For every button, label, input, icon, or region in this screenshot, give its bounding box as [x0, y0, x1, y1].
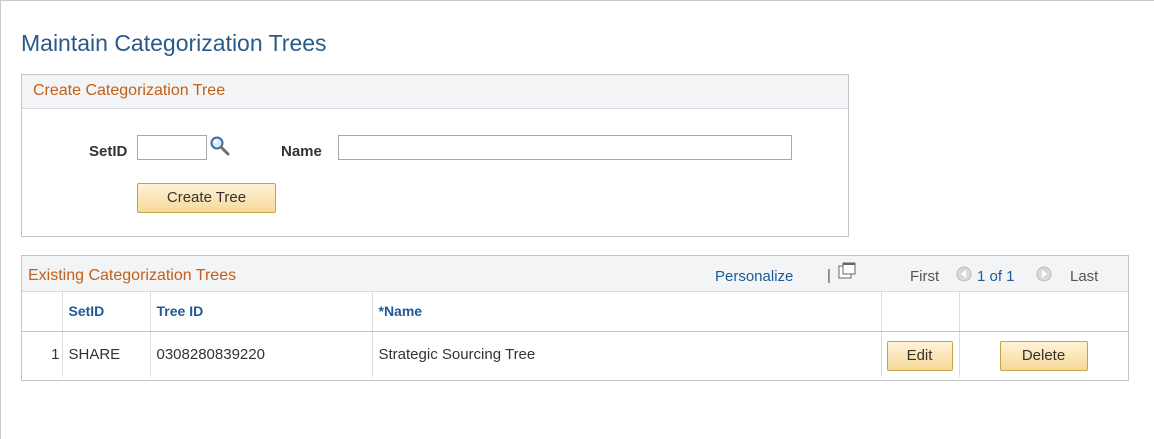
nav-count: 1 of 1 — [977, 268, 1015, 285]
cell-name: Strategic Sourcing Tree — [372, 331, 882, 377]
rownum-header — [22, 292, 63, 332]
separator: | — [827, 267, 831, 284]
cell-edit: Edit — [881, 331, 960, 377]
cell-tree-id: 0308280839220 — [150, 331, 373, 377]
table-header-row: SetID Tree ID *Name — [22, 292, 1128, 332]
row-number: 1 — [22, 331, 63, 377]
personalize-link[interactable]: Personalize — [715, 268, 793, 285]
arrow-right-icon[interactable] — [1036, 266, 1052, 282]
arrow-left-icon[interactable] — [956, 266, 972, 282]
edit-button[interactable]: Edit — [886, 340, 953, 371]
setid-input[interactable] — [137, 135, 207, 160]
setid-label: SetID — [89, 143, 128, 160]
frame-border-top — [0, 0, 1154, 1]
column-header-setid[interactable]: SetID — [62, 292, 151, 332]
cell-delete: Delete — [959, 331, 1128, 377]
existing-trees-grid: Existing Categorization Trees Personaliz… — [21, 255, 1129, 381]
name-input[interactable] — [338, 135, 792, 160]
trees-table: SetID Tree ID *Name 1 SHARE 030828083922… — [22, 292, 1128, 377]
column-header-edit — [881, 292, 960, 332]
create-tree-button[interactable]: Create Tree — [137, 183, 276, 213]
column-header-tree-id[interactable]: Tree ID — [150, 292, 373, 332]
grid-title: Existing Categorization Trees — [28, 267, 237, 284]
nav-last: Last — [1070, 268, 1099, 285]
cell-setid: SHARE — [62, 331, 151, 377]
column-header-delete — [959, 292, 1128, 332]
create-tree-section-header: Create Categorization Tree — [22, 75, 848, 109]
new-window-icon[interactable] — [838, 262, 856, 279]
page-title: Maintain Categorization Trees — [21, 30, 327, 56]
delete-button[interactable]: Delete — [999, 340, 1088, 371]
table-row: 1 SHARE 0308280839220 Strategic Sourcing… — [22, 331, 1128, 377]
lookup-icon[interactable] — [209, 135, 230, 156]
grid-header-bar: Existing Categorization Trees Personaliz… — [22, 256, 1128, 292]
name-label: Name — [281, 143, 322, 160]
column-header-name[interactable]: *Name — [372, 292, 882, 332]
frame-border-left — [0, 0, 1, 439]
nav-first: First — [910, 268, 940, 285]
